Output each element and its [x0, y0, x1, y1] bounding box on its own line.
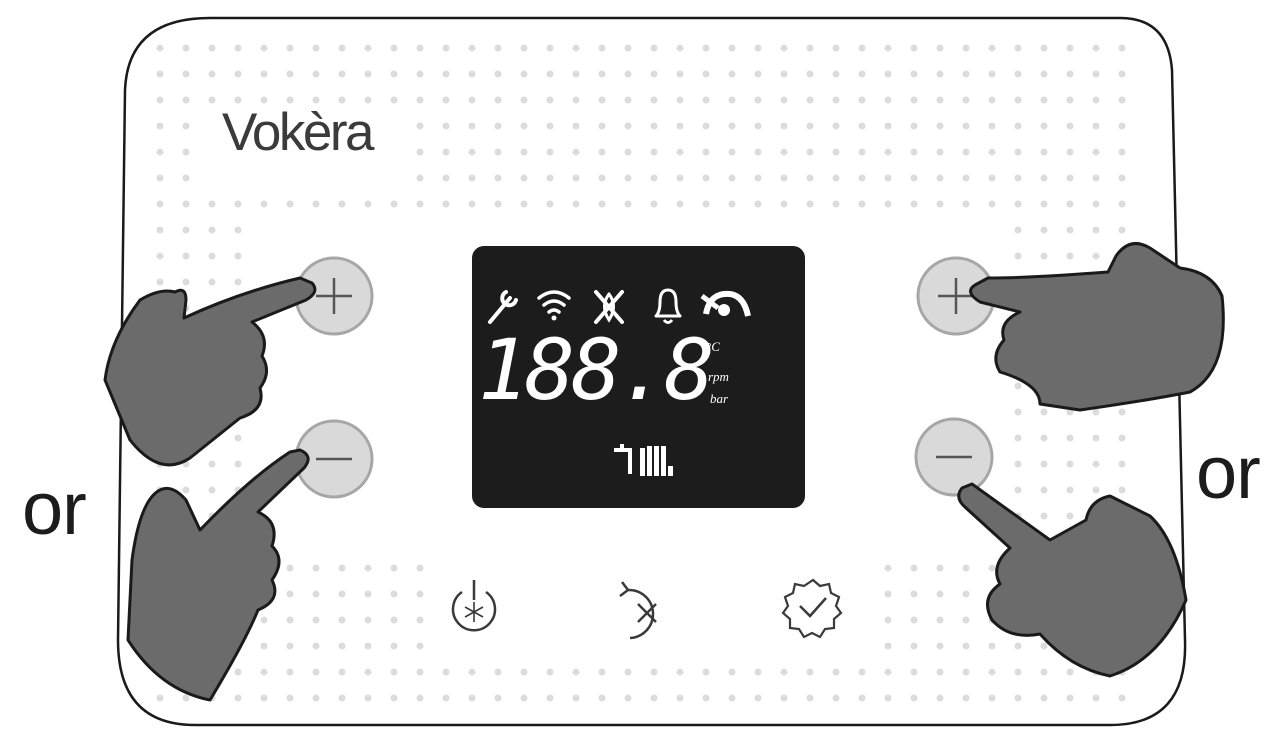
or-label-left: or — [22, 467, 87, 550]
hand-overlay — [103, 242, 1225, 702]
hand-pointer-icon — [126, 448, 310, 702]
hand-pointer-icon — [957, 482, 1188, 678]
hand-pointer-icon — [103, 276, 317, 467]
or-label-right: or — [1196, 431, 1261, 514]
hand-pointer-icon — [969, 242, 1225, 412]
control-panel-diagram: Vokèra 188.8 °C rpm bar or or — [0, 0, 1279, 738]
